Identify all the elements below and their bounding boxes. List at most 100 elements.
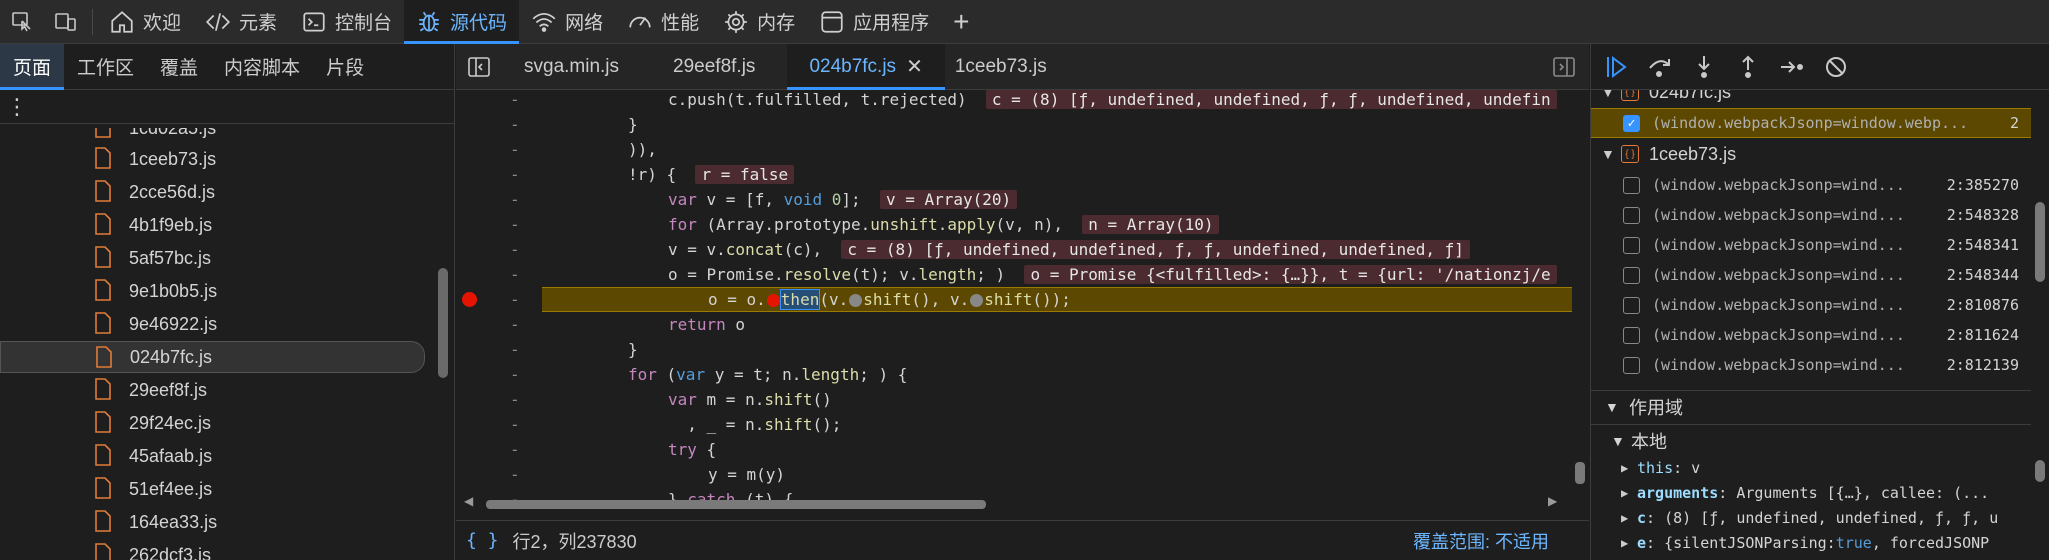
file-item[interactable]: 45afaab.js xyxy=(0,440,425,472)
file-item[interactable]: 4b1f9eb.js xyxy=(0,209,425,241)
code-token: v = [f, xyxy=(696,190,784,209)
scrollbar-thumb[interactable] xyxy=(2035,202,2045,282)
code-token: ()); xyxy=(1032,290,1071,309)
code-view[interactable]: - c.push(t.fulfilled, t.rejected) c = (8… xyxy=(456,90,1589,510)
expand-icon[interactable]: ▶ xyxy=(1621,461,1637,475)
collapse-icon[interactable]: ▼ xyxy=(1611,433,1631,449)
scope-variable[interactable]: ▶ e: {silentJSONParsing: true, forcedJSO… xyxy=(1591,531,2031,555)
editor-vertical-scrollbar[interactable] xyxy=(1572,90,1588,490)
toggle-debugger-icon[interactable] xyxy=(1543,44,1585,90)
file-item[interactable]: 29eef8f.js xyxy=(0,374,425,406)
scrollbar-thumb[interactable] xyxy=(2035,460,2045,482)
editor-tab-active[interactable]: 024b7fc.js ✕ xyxy=(787,43,946,90)
toggle-navigator-icon[interactable] xyxy=(456,44,502,90)
breakpoint-checkbox[interactable] xyxy=(1623,236,1640,254)
breakpoint-checkbox[interactable] xyxy=(1623,296,1640,314)
scroll-right-icon[interactable]: ▶ xyxy=(1548,494,1557,508)
scrollbar-thumb[interactable] xyxy=(1575,462,1585,484)
code-text: o = Promise.resolve(t); v.length; ) o = … xyxy=(668,265,1557,284)
breakpoint-item[interactable]: (window.webpackJsonp=wind... 2:548341 xyxy=(1591,230,2031,260)
pretty-print-button[interactable]: { } xyxy=(466,530,499,551)
breakpoint-checkbox[interactable]: ✓ xyxy=(1623,114,1640,132)
file-item[interactable]: 9e1b0b5.js xyxy=(0,275,425,307)
tab-memory[interactable]: 内存 xyxy=(711,0,807,44)
file-icon xyxy=(95,147,111,169)
breakpoint-group[interactable]: ▼ { } 1ceeb73.js xyxy=(1591,140,2031,168)
scope-variable[interactable]: ▶ arguments: Arguments [{…}, callee: (..… xyxy=(1591,481,2031,505)
file-item[interactable]: 51ef4ee.js xyxy=(0,473,425,505)
file-item[interactable]: 5af57bc.js xyxy=(0,242,425,274)
tab-overrides[interactable]: 覆盖 xyxy=(147,44,211,90)
tab-sources[interactable]: 源代码 xyxy=(404,0,520,44)
editor-horizontal-scrollbar[interactable]: ◀ ▶ xyxy=(456,494,1589,512)
tab-elements[interactable]: 元素 xyxy=(193,0,289,44)
file-icon xyxy=(95,128,111,138)
step-icon[interactable] xyxy=(1775,50,1809,84)
file-item[interactable]: 164ea33.js xyxy=(0,506,425,538)
breakpoint-item[interactable]: (window.webpackJsonp=wind... 2:548344 xyxy=(1591,260,2031,290)
breakpoint-checkbox[interactable] xyxy=(1623,266,1640,284)
scope-section-header[interactable]: ▼ 作用域 xyxy=(1591,390,2031,422)
tab-label: 欢迎 xyxy=(143,13,182,34)
inspect-element-icon[interactable] xyxy=(0,0,44,44)
tab-content-scripts[interactable]: 内容脚本 xyxy=(211,44,313,90)
file-item[interactable]: 29f24ec.js xyxy=(0,407,425,439)
debugger-scrollbar[interactable] xyxy=(2033,90,2047,560)
breakpoint-item[interactable]: (window.webpackJsonp=wind... 2:810876 xyxy=(1591,290,2031,320)
inline-breakpoint-icon[interactable] xyxy=(849,294,863,307)
file-item-selected[interactable]: 024b7fc.js xyxy=(0,341,425,373)
coverage-status[interactable]: 覆盖范围: 不适用 xyxy=(1413,528,1549,554)
breakpoint-marker[interactable] xyxy=(462,292,477,307)
scrollbar-thumb[interactable] xyxy=(438,268,448,378)
local-scope-header[interactable]: ▼ 本地 xyxy=(1591,424,2031,456)
inline-breakpoint-icon[interactable] xyxy=(766,294,780,307)
close-icon[interactable]: ✕ xyxy=(906,54,923,79)
file-item[interactable]: 1cd02a5.js xyxy=(0,128,425,144)
editor-tab[interactable]: 29eef8f.js xyxy=(641,44,787,90)
scrollbar-thumb[interactable] xyxy=(486,500,986,509)
more-options-icon[interactable]: ⋮ xyxy=(6,94,28,120)
expand-icon[interactable]: ▶ xyxy=(1621,536,1637,550)
scroll-left-icon[interactable]: ◀ xyxy=(464,494,473,508)
scope-variable[interactable]: ▶ this: v xyxy=(1591,456,2031,480)
breakpoint-checkbox[interactable] xyxy=(1623,326,1640,344)
tab-network[interactable]: 网络 xyxy=(519,0,615,44)
tab-console[interactable]: 控制台 xyxy=(289,0,404,44)
step-over-icon[interactable] xyxy=(1643,50,1677,84)
file-item[interactable]: 9e46922.js xyxy=(0,308,425,340)
breakpoint-checkbox[interactable] xyxy=(1623,176,1640,194)
expand-icon[interactable]: ▶ xyxy=(1621,511,1637,525)
collapse-icon[interactable]: ▼ xyxy=(1605,399,1625,415)
breakpoint-item[interactable]: (window.webpackJsonp=wind... 2:385270 xyxy=(1591,170,2031,200)
breakpoint-checkbox[interactable] xyxy=(1623,356,1640,374)
breakpoint-item-active[interactable]: ✓ (window.webpackJsonp=window.webp... 2 xyxy=(1591,108,2031,138)
tab-welcome[interactable]: 欢迎 xyxy=(97,0,193,44)
breakpoint-checkbox[interactable] xyxy=(1623,206,1640,224)
tab-performance[interactable]: 性能 xyxy=(615,0,711,44)
resume-icon[interactable] xyxy=(1599,50,1633,84)
device-toolbar-icon[interactable] xyxy=(44,0,88,44)
scope-variable[interactable]: ▶ c: (8) [ƒ, undefined, undefined, ƒ, ƒ,… xyxy=(1591,506,2031,530)
inline-breakpoint-icon[interactable] xyxy=(970,294,984,307)
tab-application[interactable]: 应用程序 xyxy=(807,0,941,44)
tab-snippets[interactable]: 片段 xyxy=(313,44,377,90)
file-item[interactable]: 1ceeb73.js xyxy=(0,143,425,175)
tab-workspace[interactable]: 工作区 xyxy=(64,44,147,90)
step-into-icon[interactable] xyxy=(1687,50,1721,84)
editor-tab[interactable]: svga.min.js xyxy=(502,44,641,90)
add-tab-button[interactable]: + xyxy=(941,0,981,44)
deactivate-breakpoints-icon[interactable] xyxy=(1819,50,1853,84)
file-item[interactable]: 262dcf3.js xyxy=(0,539,425,560)
breakpoint-item[interactable]: (window.webpackJsonp=wind... 2:812139 xyxy=(1591,350,2031,380)
file-item[interactable]: 2cce56d.js xyxy=(0,176,425,208)
collapse-icon[interactable]: ▼ xyxy=(1601,146,1615,162)
breakpoint-item[interactable]: (window.webpackJsonp=wind... 2:548328 xyxy=(1591,200,2031,230)
editor-tab[interactable]: 1ceeb73.js xyxy=(945,44,1057,90)
breakpoint-item[interactable]: (window.webpackJsonp=wind... 2:811624 xyxy=(1591,320,2031,350)
tab-page[interactable]: 页面 xyxy=(0,43,65,90)
step-out-icon[interactable] xyxy=(1731,50,1765,84)
expand-icon[interactable]: ▶ xyxy=(1621,486,1637,500)
collapse-icon[interactable]: ▼ xyxy=(1601,90,1615,100)
sidebar-scrollbar[interactable] xyxy=(436,128,450,560)
breakpoint-group[interactable]: ▼ { } 024b7fc.js xyxy=(1591,90,2031,106)
